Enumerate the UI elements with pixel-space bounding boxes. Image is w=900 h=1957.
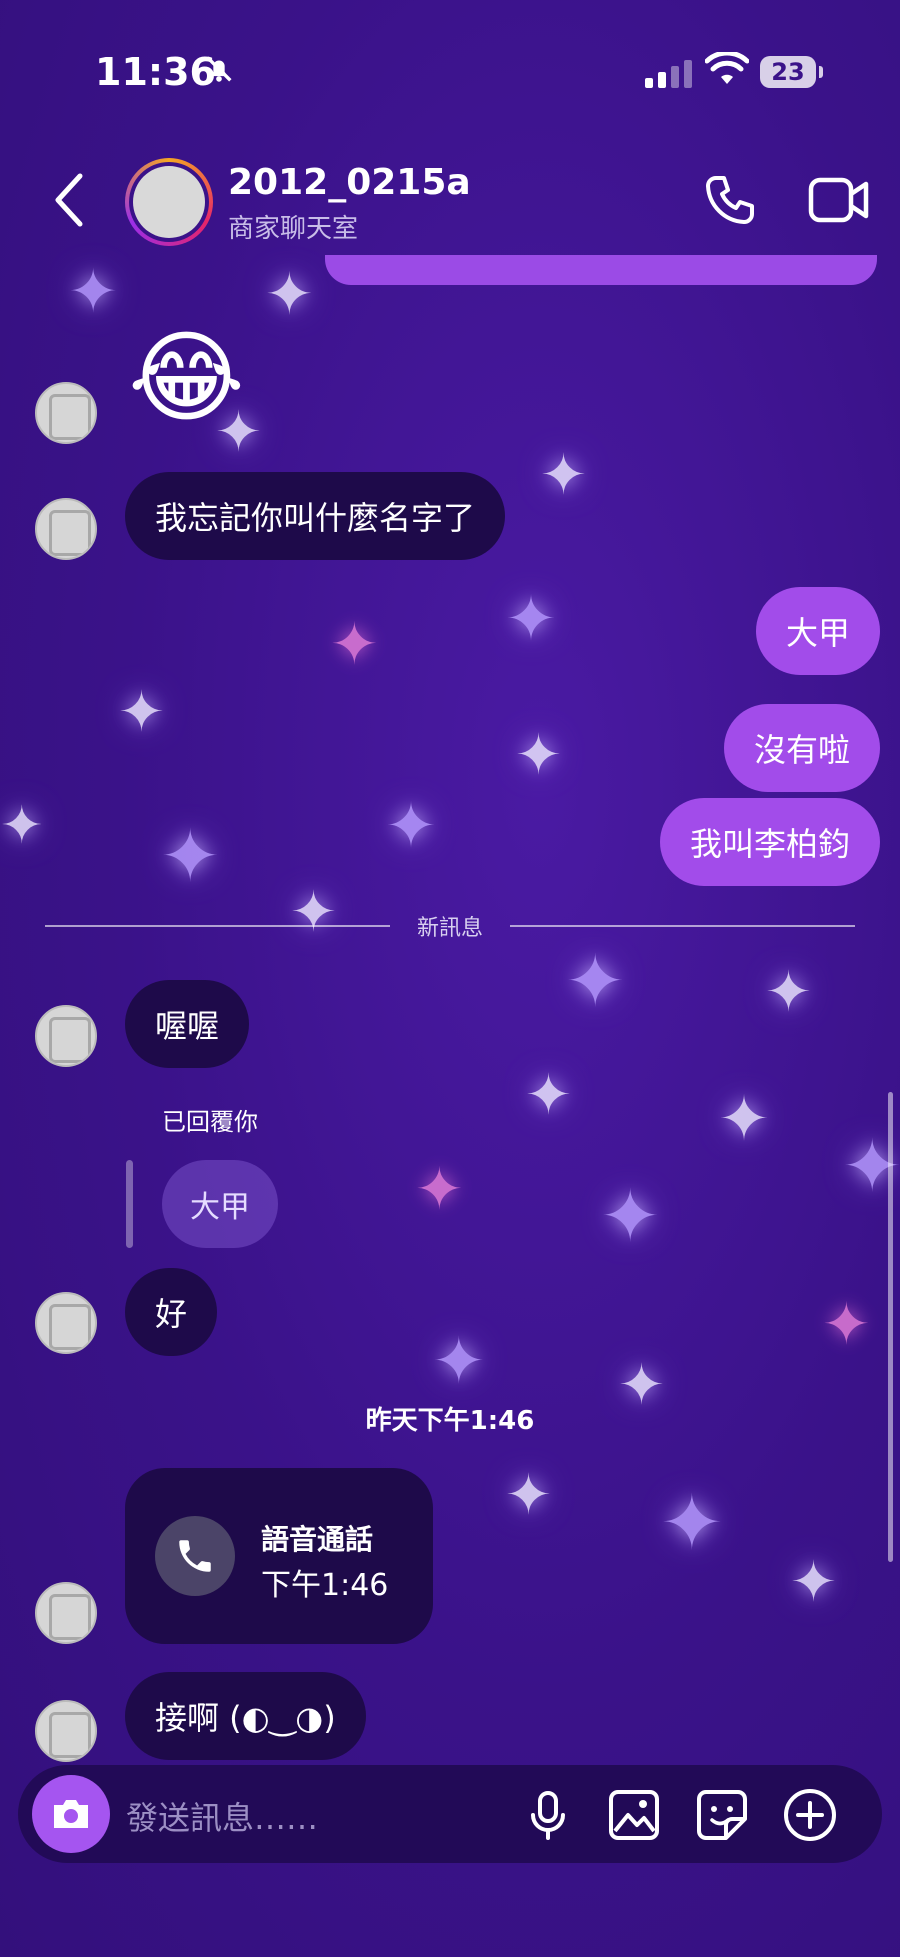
sparkle-decoration: ✦: [118, 680, 165, 745]
back-icon[interactable]: [50, 170, 90, 230]
message-input[interactable]: 發送訊息……: [126, 1793, 318, 1839]
reply-quote[interactable]: 大甲: [162, 1160, 278, 1248]
sparkle-decoration: ✦: [0, 796, 44, 856]
sparkle-decoration: ✦: [822, 1290, 871, 1358]
sparkle-decoration: ✦: [505, 1463, 552, 1528]
new-messages-divider: 新訊息: [416, 916, 483, 941]
signal-icon: [645, 60, 692, 88]
previous-outgoing-bubble: [325, 255, 877, 285]
sparkle-decoration: ✦: [565, 939, 626, 1023]
sticker-icon[interactable]: [694, 1787, 750, 1843]
sparkle-decoration: ✦: [68, 257, 119, 327]
call-time: 下午1:46: [261, 1568, 389, 1603]
message-text: 接啊 (◐‿◑): [155, 1699, 336, 1737]
outgoing-message[interactable]: 大甲: [755, 587, 880, 675]
status-bar: 11:36 23: [0, 0, 900, 140]
sparkle-decoration: ✦: [415, 1155, 464, 1223]
sparkle-decoration: ✦: [330, 610, 379, 678]
muted-bell-icon: [202, 52, 236, 94]
incoming-message[interactable]: 喔喔: [125, 980, 250, 1068]
message-text: 大甲: [785, 614, 850, 652]
sparkle-decoration: ✦: [600, 1174, 661, 1258]
camera-icon: [54, 1800, 88, 1828]
image-icon[interactable]: [606, 1787, 662, 1843]
replied-label: 已回覆你: [162, 1108, 258, 1136]
header-avatar[interactable]: [125, 158, 213, 246]
sparkle-decoration: ✦: [265, 260, 314, 328]
sparkle-decoration: ✦: [525, 1063, 572, 1128]
phone-icon: [155, 1516, 235, 1596]
sparkle-decoration: ✦: [385, 789, 437, 862]
status-time: 11:36: [95, 50, 216, 94]
microphone-icon[interactable]: [520, 1787, 576, 1843]
avatar: [35, 1292, 97, 1354]
timestamp: 昨天下午1:46: [365, 1406, 535, 1436]
avatar: [35, 498, 97, 560]
sparkle-decoration: ✦: [505, 582, 557, 655]
sparkle-decoration: ✦: [540, 443, 587, 508]
chat-subtitle: 商家聊天室: [228, 214, 359, 244]
plus-icon[interactable]: [782, 1787, 838, 1843]
sparkle-decoration: ✦: [790, 1550, 837, 1615]
reply-bar: [126, 1160, 133, 1248]
phone-icon[interactable]: [702, 172, 758, 228]
camera-button[interactable]: [32, 1775, 110, 1853]
scrollbar[interactable]: [888, 1092, 893, 1562]
message-text: 我叫李柏鈞: [689, 825, 850, 863]
voice-call-card[interactable]: 語音通話 下午1:46: [125, 1468, 433, 1644]
incoming-message[interactable]: 我忘記你叫什麼名字了: [125, 472, 506, 560]
sparkle-decoration: ✦: [718, 1082, 770, 1155]
battery-indicator: 23: [760, 56, 823, 88]
message-text: 沒有啦: [753, 731, 850, 769]
message-composer: 發送訊息……: [18, 1765, 882, 1863]
wifi-icon: [705, 52, 749, 84]
avatar: [35, 1700, 97, 1762]
avatar: [35, 1582, 97, 1644]
message-text: 喔喔: [155, 1007, 220, 1045]
laughing-emoji-message: 😂: [128, 319, 245, 436]
incoming-message[interactable]: 接啊 (◐‿◑): [125, 1672, 366, 1760]
outgoing-message[interactable]: 沒有啦: [723, 704, 880, 792]
outgoing-message[interactable]: 我叫李柏鈞: [659, 798, 880, 886]
sparkle-decoration: ✦: [765, 960, 812, 1025]
sparkle-decoration: ✦: [160, 814, 221, 898]
message-text: 好: [155, 1295, 188, 1333]
chat-title[interactable]: 2012_0215a: [228, 162, 471, 203]
sparkle-decoration: ✦: [432, 1325, 486, 1399]
avatar: [35, 1005, 97, 1067]
sparkle-decoration: ✦: [660, 1478, 724, 1567]
video-icon[interactable]: [808, 174, 870, 226]
message-text: 我忘記你叫什麼名字了: [155, 499, 476, 537]
sparkle-decoration: ✦: [515, 723, 562, 788]
incoming-message[interactable]: 好: [125, 1268, 218, 1356]
avatar: [35, 382, 97, 444]
call-title: 語音通話: [261, 1523, 374, 1556]
